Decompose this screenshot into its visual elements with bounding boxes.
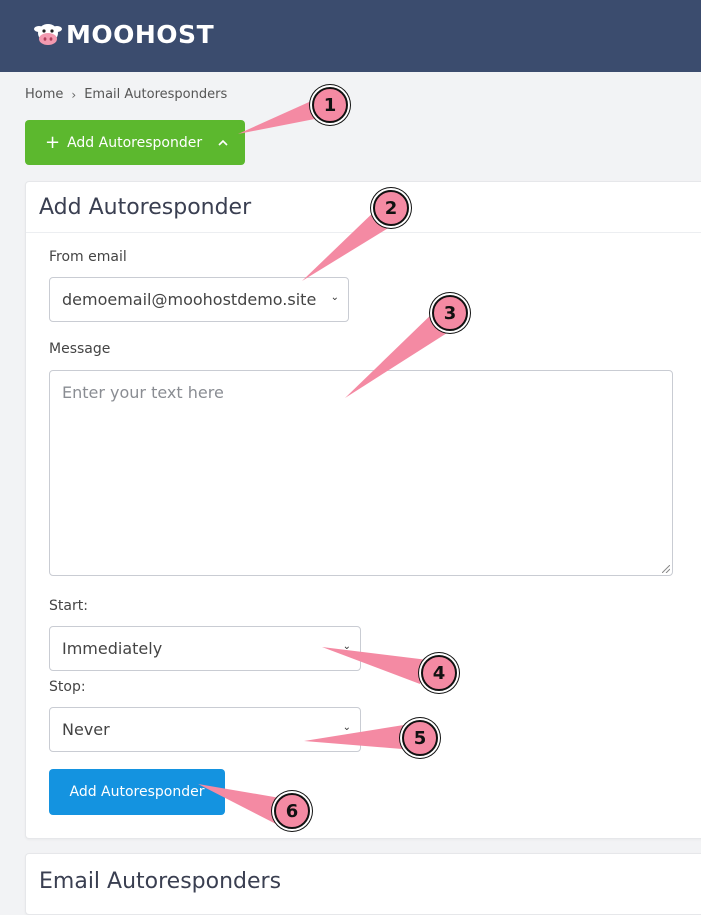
brand-logo[interactable]: MOOHOST bbox=[32, 18, 214, 50]
chevron-down-icon: ⌄ bbox=[342, 722, 351, 733]
brand-name: MOOHOST bbox=[66, 19, 215, 49]
callout-badge-3: 3 bbox=[432, 295, 468, 331]
resize-handle-icon[interactable] bbox=[662, 565, 670, 573]
stop-select[interactable]: Never ⌄ bbox=[49, 707, 361, 752]
from-email-label: From email bbox=[49, 249, 127, 265]
card-title: Email Autoresponders bbox=[39, 869, 282, 894]
start-select[interactable]: Immediately ⌄ bbox=[49, 626, 361, 671]
stop-label: Stop: bbox=[49, 679, 86, 695]
chevron-right-icon: › bbox=[71, 87, 77, 102]
add-autoresponder-card: Add Autoresponder From email demoemail@m… bbox=[25, 181, 701, 839]
add-autoresponder-toggle-button[interactable]: + Add Autoresponder bbox=[25, 120, 245, 165]
plus-icon: + bbox=[45, 131, 61, 153]
add-autoresponder-submit-button[interactable]: Add Autoresponder bbox=[49, 769, 225, 815]
message-placeholder: Enter your text here bbox=[62, 383, 224, 402]
breadcrumb: Home › Email Autoresponders bbox=[25, 87, 227, 102]
message-textarea[interactable]: Enter your text here bbox=[49, 370, 673, 576]
callout-badge-2: 2 bbox=[373, 190, 409, 226]
from-email-value: demoemail@moohostdemo.site bbox=[62, 290, 317, 309]
from-email-select[interactable]: demoemail@moohostdemo.site ⌄ bbox=[49, 277, 349, 322]
card-title: Add Autoresponder bbox=[39, 195, 252, 220]
cow-face-icon bbox=[34, 24, 62, 45]
stop-value: Never bbox=[62, 720, 110, 739]
callout-badge-1: 1 bbox=[312, 87, 348, 123]
callout-badge-4: 4 bbox=[421, 655, 457, 691]
card-divider bbox=[26, 232, 701, 233]
top-header: MOOHOST bbox=[0, 0, 701, 72]
breadcrumb-home[interactable]: Home bbox=[25, 87, 63, 102]
chevron-down-icon: ⌄ bbox=[342, 641, 351, 652]
breadcrumb-current: Email Autoresponders bbox=[84, 87, 228, 102]
start-label: Start: bbox=[49, 598, 88, 614]
callout-badge-6: 6 bbox=[274, 793, 310, 829]
callout-badge-5: 5 bbox=[402, 720, 438, 756]
start-value: Immediately bbox=[62, 639, 163, 658]
message-label: Message bbox=[49, 341, 111, 357]
add-autoresponder-toggle-label: Add Autoresponder bbox=[67, 134, 203, 151]
chevron-down-icon: ⌄ bbox=[330, 292, 339, 303]
email-autoresponders-card: Email Autoresponders bbox=[25, 853, 701, 915]
chevron-up-icon bbox=[218, 139, 228, 146]
